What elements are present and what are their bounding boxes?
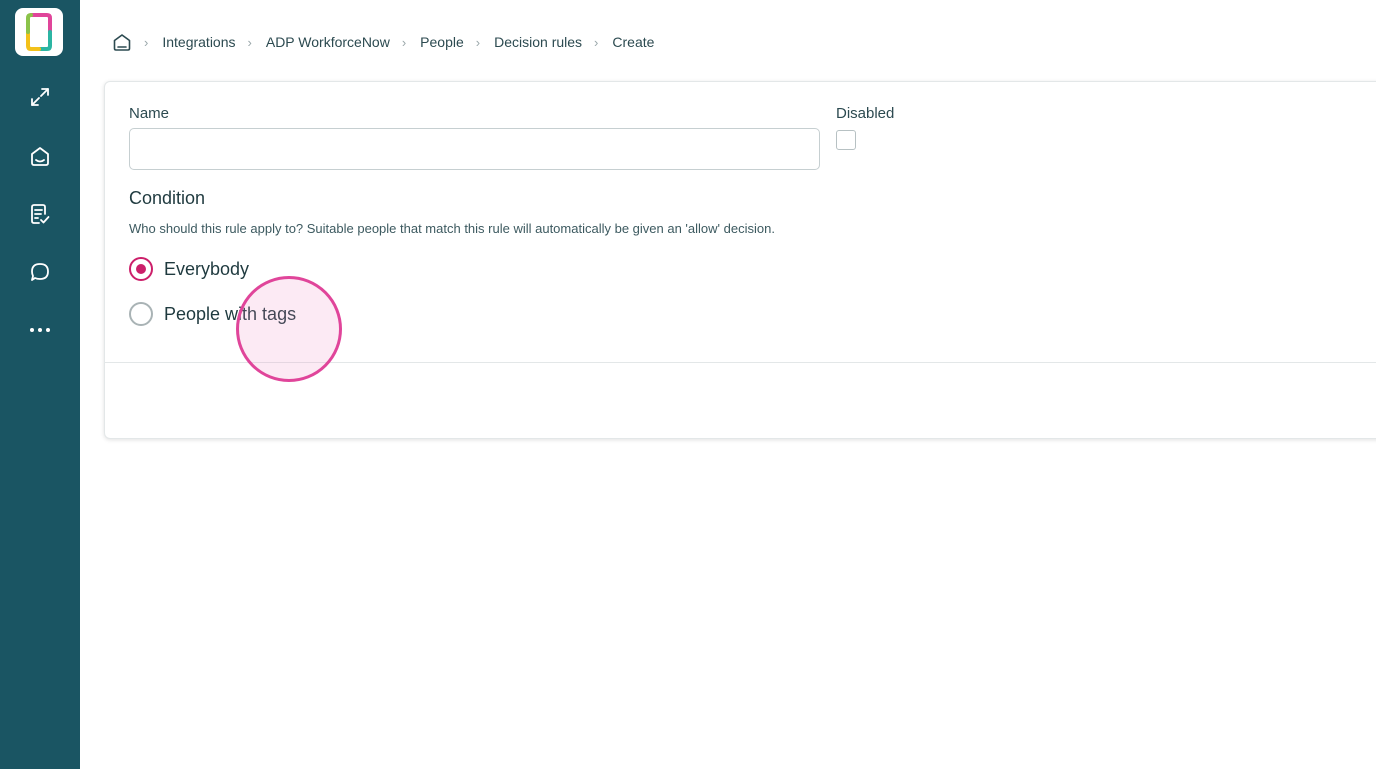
people-with-tags-label[interactable]: People with tags <box>164 304 296 325</box>
disabled-label: Disabled <box>836 105 895 122</box>
option-people-with-tags[interactable]: People with tags <box>129 302 296 326</box>
breadcrumb-separator: › <box>401 34 407 50</box>
home-icon[interactable] <box>26 142 54 170</box>
breadcrumb-separator: › <box>144 34 149 50</box>
option-everybody[interactable]: Everybody <box>129 257 249 281</box>
checklist-icon[interactable] <box>26 200 54 228</box>
breadcrumb-separator: › <box>475 34 481 50</box>
condition-help-text: Who should this rule apply to? Suitable … <box>129 221 775 236</box>
more-icon[interactable] <box>26 316 54 344</box>
app-logo[interactable] <box>15 8 63 56</box>
chat-icon[interactable] <box>26 258 54 286</box>
breadcrumb-separator: › <box>247 34 252 50</box>
name-label: Name <box>129 105 170 122</box>
expand-icon[interactable] <box>26 83 54 111</box>
breadcrumb: › Integrations › ADP WorkforceNow › Peop… <box>112 30 654 54</box>
breadcrumb-decision-rules[interactable]: Decision rules <box>494 34 582 50</box>
name-input[interactable] <box>129 128 820 170</box>
breadcrumb-adp-workforcenow[interactable]: ADP WorkforceNow <box>266 34 390 50</box>
logo-icon <box>26 13 52 51</box>
breadcrumb-people[interactable]: People <box>420 34 464 50</box>
disabled-checkbox[interactable] <box>836 130 856 150</box>
condition-title: Condition <box>129 188 206 208</box>
breadcrumb-integrations[interactable]: Integrations <box>162 34 235 50</box>
breadcrumb-separator: › <box>594 34 599 50</box>
sidebar <box>0 0 80 769</box>
breadcrumb-create: Create <box>612 34 655 50</box>
rule-form-card: Name Disabled Condition Who should this … <box>104 81 1376 439</box>
divider <box>105 362 1376 363</box>
everybody-label[interactable]: Everybody <box>164 259 249 280</box>
people-with-tags-radio[interactable] <box>129 302 153 326</box>
home-icon[interactable] <box>112 32 132 52</box>
everybody-radio[interactable] <box>129 257 153 281</box>
